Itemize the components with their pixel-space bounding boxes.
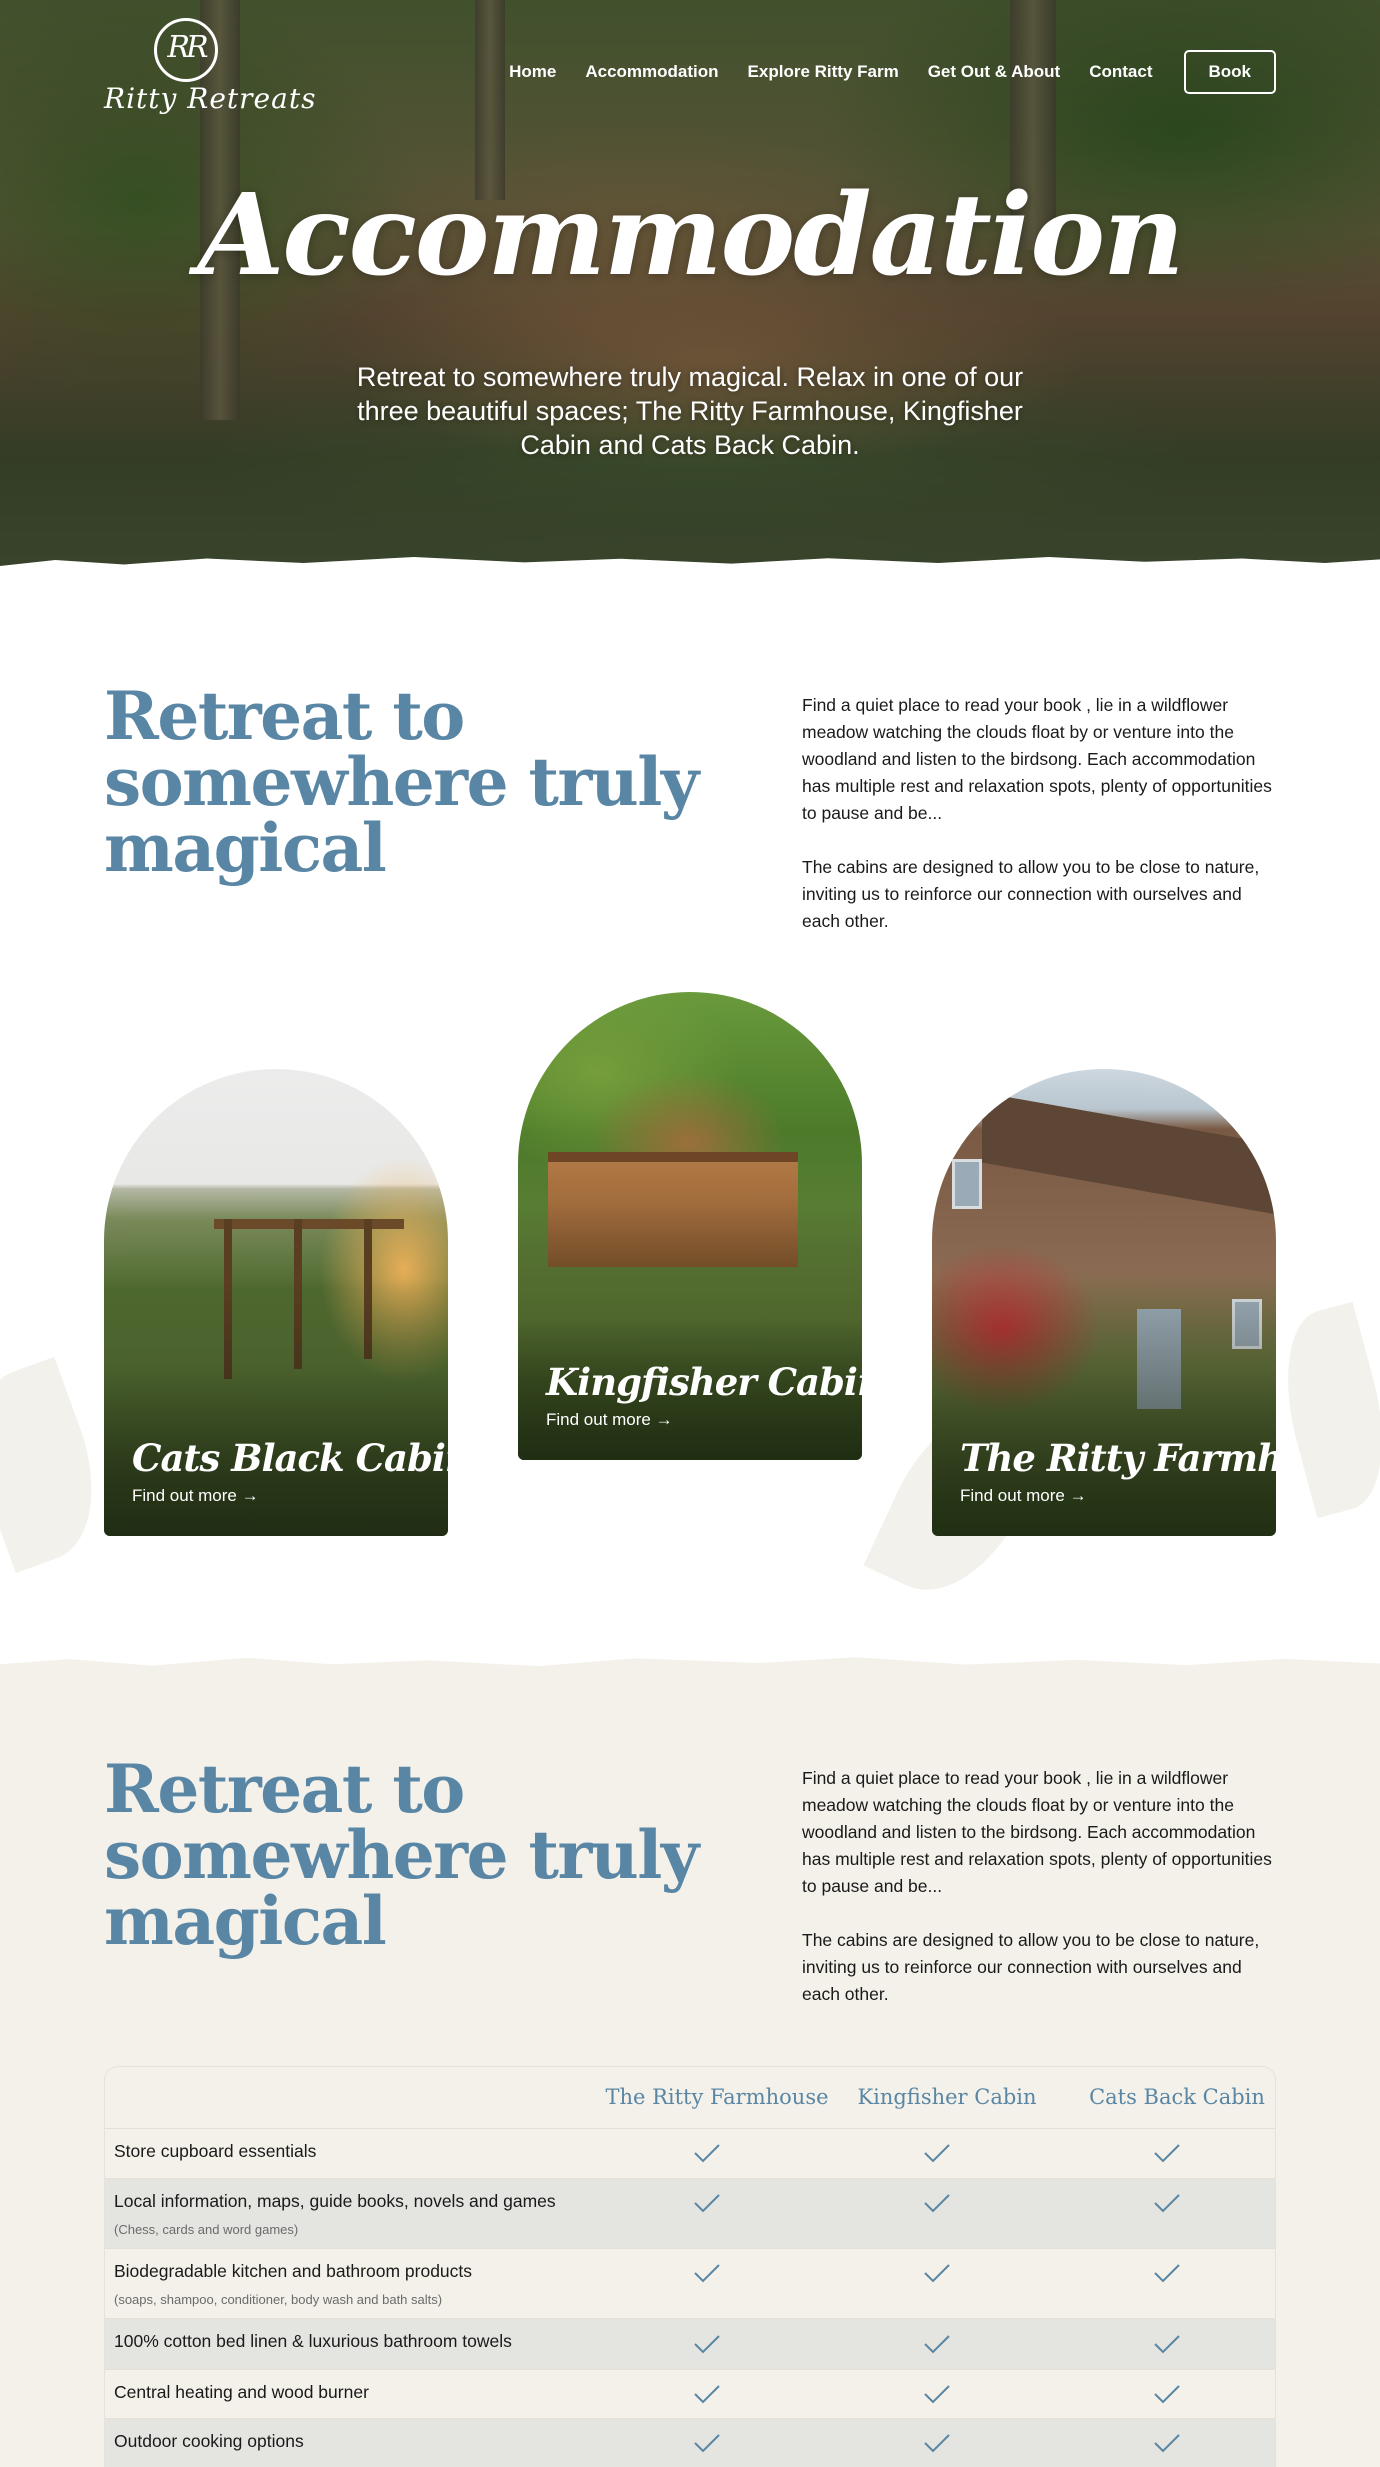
row-note: (Chess, cards and word games)	[114, 2222, 299, 2237]
find-out-more-link[interactable]: Find out more →	[960, 1486, 1087, 1506]
table-row: 100% cotton bed linen & luxurious bathro…	[105, 2319, 1275, 2370]
hero-subtitle: Retreat to somewhere truly magical. Rela…	[356, 362, 1024, 460]
row-label: 100% cotton bed linen & luxurious bathro…	[114, 2331, 512, 2351]
accommodation-card-kingfisher-cabin[interactable]: Kingfisher Cabin Find out more →	[518, 992, 862, 1460]
leaf-decoration	[0, 1356, 120, 1574]
find-out-more-link[interactable]: Find out more →	[132, 1486, 259, 1506]
logo-monogram: RR	[167, 30, 208, 65]
check-icon	[692, 2333, 722, 2355]
accommodation-card-ritty-farmhouse[interactable]: The Ritty Farmhouse Find out more →	[932, 1069, 1276, 1536]
intro-text: Find a quiet place to read your book , l…	[802, 692, 1282, 935]
table-row: Outdoor cooking options	[105, 2419, 1275, 2467]
nav-home[interactable]: Home	[509, 62, 556, 82]
column-header-cats-back-cabin: Cats Back Cabin	[1089, 2085, 1265, 2109]
table-row: Store cupboard essentials	[105, 2129, 1275, 2179]
table-row: Central heating and wood burner	[105, 2370, 1275, 2419]
intro-paragraph: Find a quiet place to read your book , l…	[802, 1768, 1272, 1896]
page-title: Accommodation	[197, 170, 1184, 301]
check-icon	[692, 2142, 722, 2164]
table-row: Local information, maps, guide books, no…	[105, 2179, 1275, 2249]
nav-get-out-about[interactable]: Get Out & About	[928, 62, 1061, 82]
check-icon	[1152, 2432, 1182, 2454]
table-row: Biodegradable kitchen and bathroom produ…	[105, 2249, 1275, 2319]
find-out-more-link[interactable]: Find out more →	[546, 1410, 673, 1430]
check-icon	[692, 2432, 722, 2454]
intro-heading: Retreat to somewhere truly magical	[104, 1750, 699, 1960]
torn-edge-divider	[0, 557, 1380, 572]
main-nav: Home Accommodation Explore Ritty Farm Ge…	[480, 50, 1276, 94]
accommodation-card-cats-black-cabin[interactable]: Cats Black Cabin Find out more →	[104, 1069, 448, 1536]
column-header-kingfisher-cabin: Kingfisher Cabin	[857, 2085, 1037, 2109]
card-title: Cats Black Cabin	[132, 1436, 448, 1480]
check-icon	[1152, 2333, 1182, 2355]
check-icon	[1152, 2383, 1182, 2405]
nav-explore-ritty-farm[interactable]: Explore Ritty Farm	[748, 62, 899, 82]
row-label: Store cupboard essentials	[114, 2141, 317, 2161]
intro-heading: Retreat to somewhere truly magical	[104, 677, 699, 887]
intro-paragraph: Find a quiet place to read your book , l…	[802, 695, 1272, 823]
check-icon	[1152, 2262, 1182, 2284]
logo-wordmark: Ritty Retreats	[104, 82, 317, 115]
table-header: The Ritty Farmhouse Kingfisher Cabin Cat…	[105, 2067, 1275, 2129]
column-header-ritty-farmhouse: The Ritty Farmhouse	[605, 2085, 829, 2109]
check-icon	[922, 2142, 952, 2164]
farmhouse-roof	[982, 1092, 1276, 1216]
check-icon	[922, 2192, 952, 2214]
intro-paragraph: The cabins are designed to allow you to …	[802, 857, 1260, 931]
amenities-comparison-table: The Ritty Farmhouse Kingfisher Cabin Cat…	[104, 2066, 1276, 2467]
check-icon	[1152, 2192, 1182, 2214]
site-logo[interactable]: RR Ritty Retreats	[104, 18, 317, 123]
check-icon	[922, 2432, 952, 2454]
farmhouse-window	[952, 1159, 982, 1209]
nav-contact[interactable]: Contact	[1089, 62, 1152, 82]
check-icon	[922, 2333, 952, 2355]
row-label: Outdoor cooking options	[114, 2431, 304, 2451]
row-label: Biodegradable kitchen and bathroom produ…	[114, 2261, 473, 2281]
book-button[interactable]: Book	[1183, 50, 1276, 94]
card-title: The Ritty Farmhouse	[960, 1436, 1276, 1480]
row-label: Central heating and wood burner	[114, 2382, 369, 2402]
check-icon	[692, 2383, 722, 2405]
intro-text: Find a quiet place to read your book , l…	[802, 1765, 1282, 2008]
check-icon	[692, 2192, 722, 2214]
leaf-decoration	[1265, 1301, 1380, 1519]
intro-paragraph: The cabins are designed to allow you to …	[802, 1930, 1260, 2004]
row-label: Local information, maps, guide books, no…	[114, 2191, 556, 2211]
nav-accommodation[interactable]: Accommodation	[585, 62, 718, 82]
check-icon	[922, 2262, 952, 2284]
check-icon	[922, 2383, 952, 2405]
hero-banner: RR Ritty Retreats Home Accommodation Exp…	[0, 0, 1380, 572]
check-icon	[1152, 2142, 1182, 2164]
row-note: (soaps, shampoo, conditioner, body wash …	[114, 2292, 443, 2307]
card-title: Kingfisher Cabin	[546, 1360, 862, 1404]
check-icon	[692, 2262, 722, 2284]
